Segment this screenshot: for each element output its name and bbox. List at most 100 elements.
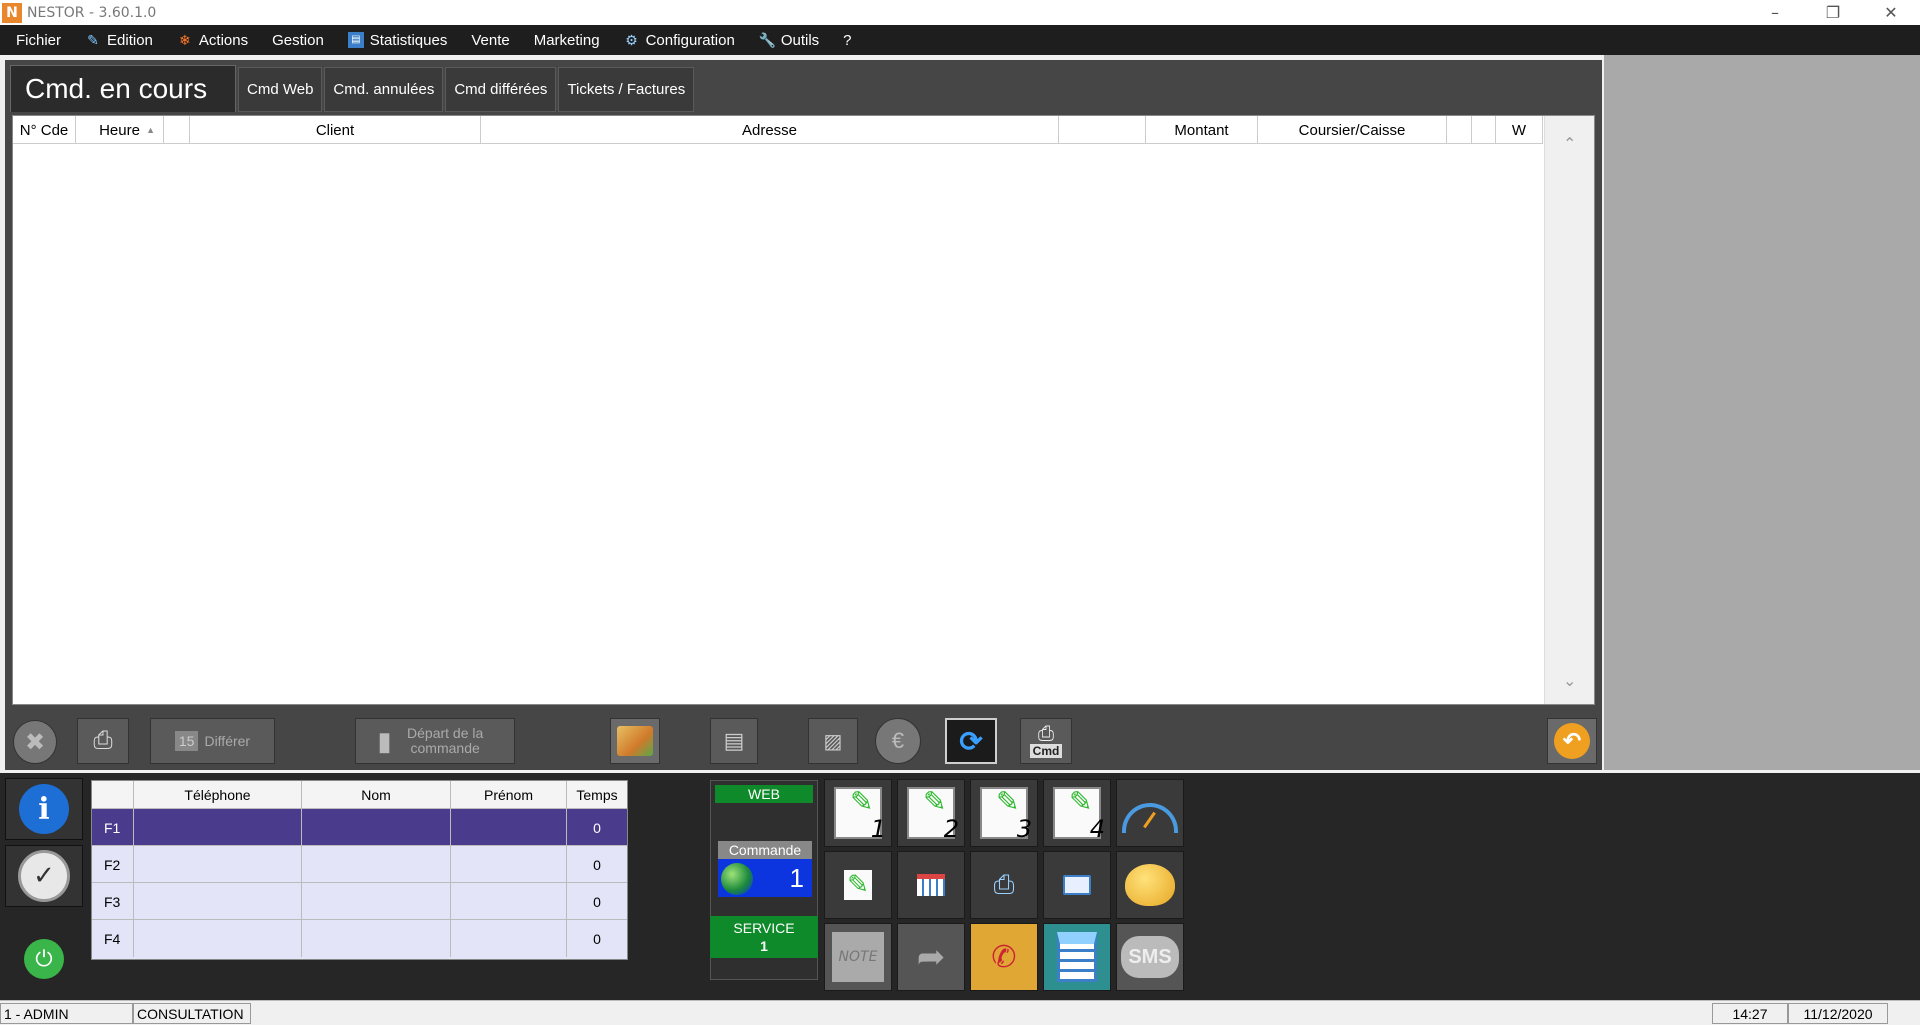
tab-cmd-differees[interactable]: Cmd différées: [445, 67, 557, 112]
info-button[interactable]: i: [5, 778, 83, 840]
tab-tickets-factures[interactable]: Tickets / Factures: [558, 67, 695, 112]
right-empty-panel: [1604, 55, 1920, 770]
col-temps[interactable]: Temps: [567, 781, 627, 809]
notepad-1-button[interactable]: ✎ 1: [824, 779, 892, 847]
status-time: 14:27: [1712, 1003, 1788, 1024]
differer-button[interactable]: 15 Différer: [150, 718, 275, 764]
menu-marketing[interactable]: Marketing: [534, 32, 600, 49]
menu-vente[interactable]: Vente: [471, 32, 509, 49]
exit-session-button[interactable]: ↶: [1547, 718, 1597, 764]
sms-button[interactable]: SMS: [1116, 923, 1184, 991]
orders-table[interactable]: N° Cde Heure ▲ Client Adresse Montant Cou…: [12, 115, 1595, 705]
payment-button[interactable]: €: [875, 718, 921, 764]
speedometer-icon: [1122, 803, 1178, 833]
menu-outils[interactable]: 🔧 Outils: [759, 32, 819, 49]
status-mode: CONSULTATION: [133, 1003, 251, 1024]
orders-header: Cmd. en cours Cmd Web Cmd. annulées Cmd …: [10, 65, 695, 112]
map-button[interactable]: [610, 718, 660, 764]
col-num-cde[interactable]: N° Cde: [13, 116, 76, 144]
scroll-down-icon[interactable]: ⌄: [1563, 671, 1576, 690]
col-telephone[interactable]: Téléphone: [134, 781, 302, 809]
chart-icon: ▤: [347, 32, 364, 48]
call-key: F1: [92, 809, 134, 846]
phone-button[interactable]: ✆: [970, 923, 1038, 991]
minimize-button[interactable]: –: [1746, 0, 1804, 25]
calculator-button[interactable]: [1043, 923, 1111, 991]
call-row[interactable]: F1 0: [92, 809, 627, 846]
cash-register-button[interactable]: ⎙: [970, 851, 1038, 919]
col-heure[interactable]: Heure ▲: [76, 116, 164, 144]
col-adresse[interactable]: Adresse: [481, 116, 1059, 144]
call-row[interactable]: F3 0: [92, 883, 627, 920]
status-bar: 1 - ADMIN CONSULTATION 14:27 11/12/2020: [0, 1000, 1920, 1025]
page-title: Cmd. en cours: [10, 65, 236, 112]
power-button[interactable]: ⏻: [5, 928, 83, 990]
restore-button[interactable]: ❐: [1804, 0, 1862, 25]
menu-help[interactable]: ?: [843, 32, 851, 49]
menu-fichier[interactable]: Fichier: [16, 32, 61, 49]
power-icon: ⏻: [24, 939, 64, 979]
call-row[interactable]: F2 0: [92, 846, 627, 883]
menu-edition[interactable]: ✎ Edition: [85, 32, 153, 49]
note-button[interactable]: NOTE: [824, 923, 892, 991]
print-button[interactable]: ⎙: [77, 718, 129, 764]
window-controls: – ❐ ✕: [1746, 0, 1920, 25]
tab-cmd-annulees[interactable]: Cmd. annulées: [324, 67, 444, 112]
signpost-button[interactable]: ➦: [897, 923, 965, 991]
service-count: 1: [760, 938, 768, 954]
col-montant[interactable]: Montant: [1146, 116, 1258, 144]
menu-actions[interactable]: ❄ Actions: [177, 32, 248, 49]
col-w[interactable]: W: [1496, 116, 1543, 144]
col-blank-4[interactable]: [1472, 116, 1496, 144]
menu-statistiques[interactable]: ▤ Statistiques: [347, 32, 447, 49]
depart-label: Départ de la commande: [407, 725, 484, 756]
call-row[interactable]: F4 0: [92, 920, 627, 957]
calendar-button[interactable]: [897, 851, 965, 919]
refresh-button[interactable]: ⟳: [945, 718, 997, 764]
piggy-bank-icon: [1125, 864, 1175, 906]
incoming-calls-table[interactable]: Téléphone Nom Prénom Temps F1 0 F2 0 F3 …: [91, 780, 628, 960]
col-coursier-caisse[interactable]: Coursier/Caisse: [1258, 116, 1447, 144]
print-cmd-label: Cmd: [1029, 744, 1063, 758]
call-key: F2: [92, 846, 134, 883]
door-icon: ▮: [377, 725, 392, 756]
piggy-bank-button[interactable]: [1116, 851, 1184, 919]
orders-toolbar: ✖ ⎙ 15 Différer ▮ Départ de la commande …: [5, 710, 1602, 768]
web-label: WEB: [715, 785, 813, 803]
clock-button[interactable]: ✓: [5, 845, 83, 907]
col-client[interactable]: Client: [190, 116, 481, 144]
call-temps: 0: [593, 893, 601, 910]
close-window-button[interactable]: ✕: [1862, 0, 1920, 25]
print-cmd-button[interactable]: ⎙ Cmd: [1020, 718, 1072, 764]
scroll-up-icon[interactable]: ⌃: [1563, 134, 1576, 153]
calendar-grid-icon: [917, 874, 945, 896]
notepad-4-button[interactable]: ✎ 4: [1043, 779, 1111, 847]
customer-card-button[interactable]: [1043, 851, 1111, 919]
clock-icon: ✓: [18, 850, 70, 902]
menu-configuration[interactable]: ⚙ Configuration: [624, 32, 735, 49]
window-title: NESTOR - 3.60.1.0: [27, 4, 157, 21]
menu-marketing-label: Marketing: [533, 31, 600, 49]
signpost-icon: ➦: [916, 937, 946, 977]
notepad-2-button[interactable]: ✎ 2: [897, 779, 965, 847]
tab-cmd-web[interactable]: Cmd Web: [238, 67, 323, 112]
menu-gestion[interactable]: Gestion: [272, 32, 324, 49]
sms-label: SMS: [1128, 945, 1172, 968]
card-button[interactable]: ▨: [808, 718, 858, 764]
depart-commande-button[interactable]: ▮ Départ de la commande: [355, 718, 515, 764]
col-prenom[interactable]: Prénom: [451, 781, 567, 809]
dashboard-button[interactable]: [1116, 779, 1184, 847]
call-prenom: [451, 883, 567, 920]
vertical-scrollbar[interactable]: ⌃ ⌄: [1544, 116, 1594, 704]
cancel-order-button[interactable]: ✖: [13, 720, 57, 764]
call-temps: 0: [593, 856, 601, 873]
col-nom[interactable]: Nom: [302, 781, 451, 809]
col-blank-1[interactable]: [164, 116, 190, 144]
notepad-3-button[interactable]: ✎ 3: [970, 779, 1038, 847]
col-blank-3[interactable]: [1447, 116, 1472, 144]
col-blank-2[interactable]: [1059, 116, 1146, 144]
service-indicator[interactable]: SERVICE 1: [710, 916, 818, 958]
document-button[interactable]: ▤: [710, 718, 758, 764]
edit-note-button[interactable]: ✎: [824, 851, 892, 919]
call-nom: [302, 809, 451, 846]
